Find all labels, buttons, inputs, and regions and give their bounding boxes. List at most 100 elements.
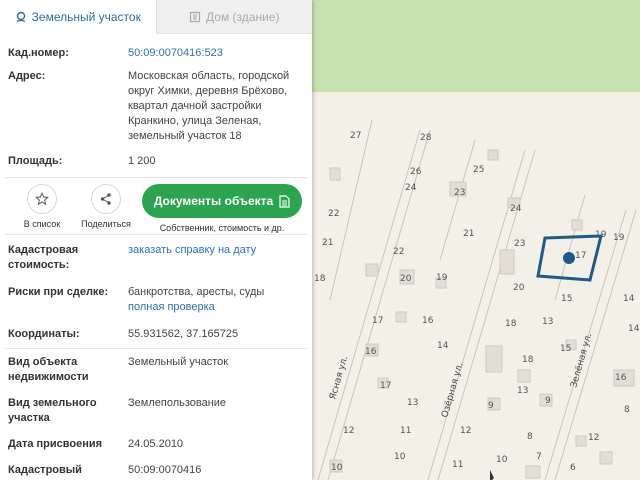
house-number-label: 12 xyxy=(460,426,471,436)
label-line: Кадастровая xyxy=(8,244,79,256)
coordinates-row: Координаты: 55.931562, 37.165725 xyxy=(0,327,312,342)
coordinates-value: 55.931562, 37.165725 xyxy=(128,328,239,340)
house-number-label: 11 xyxy=(452,460,463,470)
risks-row: Риски при сделке: банкротства, аресты, с… xyxy=(0,285,312,315)
cadastral-partial-row: Кадастровый 50:09:0070416 xyxy=(0,463,312,478)
house-number-label: 9 xyxy=(488,401,494,411)
share-button[interactable]: Поделиться xyxy=(78,184,134,229)
house-number-label: 6 xyxy=(570,463,576,473)
house-number-label: 17 xyxy=(380,381,391,391)
house-number-label: 14 xyxy=(623,294,635,304)
area-row: Площадь: 1 200 xyxy=(0,154,312,169)
street-label: Озёрная ул. xyxy=(440,362,465,419)
house-number-label: 22 xyxy=(328,209,339,219)
house-number-label: 10 xyxy=(496,455,508,465)
land-type-label: Вид земельного участка xyxy=(8,396,128,426)
house-number-label: 18 xyxy=(314,274,326,284)
risks-value: банкротства, аресты, суды полная проверк… xyxy=(128,285,304,315)
document-icon xyxy=(279,194,290,208)
address-line: квартал дачной застройки xyxy=(128,100,262,112)
street-label: Ясная ул. xyxy=(328,355,350,401)
land-type-value: Землепользование xyxy=(128,397,227,409)
house-number-label: 7 xyxy=(536,452,542,462)
address-row: Адрес: Московская область, городской окр… xyxy=(0,69,312,144)
building-icon xyxy=(189,11,201,22)
share-circle xyxy=(91,184,121,214)
add-to-list-circle xyxy=(27,184,57,214)
object-type-row: Вид объекта недвижимости Земельный участ… xyxy=(0,355,312,385)
documents-subtitle: Собственник, стоимость и др. xyxy=(159,223,285,233)
address-line: земельный участок 18 xyxy=(128,130,242,142)
house-number-label: 21 xyxy=(463,229,474,239)
cadastral-partial-value: 50:09:0070416 xyxy=(128,464,202,476)
house-number-label: 15 xyxy=(561,294,572,304)
risks-text: банкротства, аресты, суды xyxy=(128,286,265,298)
house-number-label: 13 xyxy=(542,317,553,327)
label-line: Вид объекта xyxy=(8,356,78,368)
share-icon xyxy=(100,193,111,205)
house-number-label: 25 xyxy=(473,165,484,175)
documents-block: Документы объекта Собственник, стоимость… xyxy=(142,184,302,233)
cursor-icon xyxy=(490,470,494,480)
order-certificate-link[interactable]: заказать справку на дату xyxy=(128,243,304,273)
house-number-label: 23 xyxy=(454,188,465,198)
house-number-label: 12 xyxy=(588,433,599,443)
house-number-label: 24 xyxy=(405,183,417,193)
house-number-label: 8 xyxy=(527,432,533,442)
risks-label: Риски при сделке: xyxy=(8,286,109,298)
cadastral-value-row: Кадастровая стоимость: заказать справку … xyxy=(0,243,312,273)
house-number-label: 15 xyxy=(560,344,571,354)
cadastral-value-label: Кадастровая стоимость: xyxy=(8,243,128,273)
house-number-label: 20 xyxy=(400,274,412,284)
house-number-label: 16 xyxy=(422,316,434,326)
house-number-label: 19 xyxy=(436,273,448,283)
documents-button-label: Документы объекта xyxy=(153,194,274,208)
label-line: Вид земельного xyxy=(8,397,97,409)
add-to-list-button[interactable]: В список xyxy=(14,184,70,229)
address-line: Московская область, городской xyxy=(128,70,290,82)
cadastral-number-value[interactable]: 50:09:0070416:523 xyxy=(128,46,304,61)
coordinates-label: Координаты: xyxy=(8,328,80,340)
house-number-label: 18 xyxy=(522,355,534,365)
house-number-label: 19 xyxy=(613,233,625,243)
house-number-label: 24 xyxy=(510,204,522,214)
house-number-label: 17 xyxy=(372,316,383,326)
cadastral-number-row: Кад.номер: 50:09:0070416:523 xyxy=(0,46,312,61)
pin-icon xyxy=(16,11,25,23)
house-number-label: 16 xyxy=(615,373,627,383)
house-number-label: 20 xyxy=(513,283,525,293)
address-line: округ Химки, деревня Брёхово, xyxy=(128,85,288,97)
house-number-label: 16 xyxy=(365,347,377,357)
label-line: стоимость: xyxy=(8,259,70,271)
house-number-label: 14 xyxy=(437,341,449,351)
house-number-label: 27 xyxy=(350,131,361,141)
address-line: Кранкино, улица Зеленая, xyxy=(128,115,262,127)
selected-parcel[interactable] xyxy=(536,234,603,282)
assign-date-row: Дата присвоения 24.05.2010 xyxy=(0,437,312,452)
house-number-label: 10 xyxy=(394,452,406,462)
cadastral-partial-label: Кадастровый xyxy=(8,464,82,476)
house-number-label: 13 xyxy=(517,386,528,396)
assign-date-value: 24.05.2010 xyxy=(128,438,184,450)
house-number-label: 22 xyxy=(393,247,404,257)
house-number-label: 8 xyxy=(624,405,630,415)
action-bar: В список Поделиться Документы объекта Со… xyxy=(0,178,312,234)
star-icon xyxy=(35,192,49,206)
house-number-label: 12 xyxy=(343,426,354,436)
share-label: Поделиться xyxy=(81,219,131,229)
object-type-value: Земельный участок xyxy=(128,356,229,368)
house-number-label: 18 xyxy=(505,319,517,329)
house-number-label: 17 xyxy=(575,251,586,261)
full-check-link[interactable]: полная проверка xyxy=(128,300,304,315)
tab-bar: Земельный участок Дом (здание) xyxy=(0,0,312,34)
house-number-label: 10 xyxy=(331,463,343,473)
cadastral-number-label: Кад.номер: xyxy=(8,47,69,59)
land-type-row: Вид земельного участка Землепользование xyxy=(0,396,312,426)
label-line: участка xyxy=(8,412,50,424)
address-value: Московская область, городской округ Химк… xyxy=(128,69,304,144)
tab-building-label: Дом (здание) xyxy=(206,9,280,24)
tab-building[interactable]: Дом (здание) xyxy=(155,0,312,34)
documents-button[interactable]: Документы объекта xyxy=(142,184,302,218)
object-type-label: Вид объекта недвижимости xyxy=(8,355,128,385)
tab-land-plot[interactable]: Земельный участок xyxy=(0,0,156,34)
